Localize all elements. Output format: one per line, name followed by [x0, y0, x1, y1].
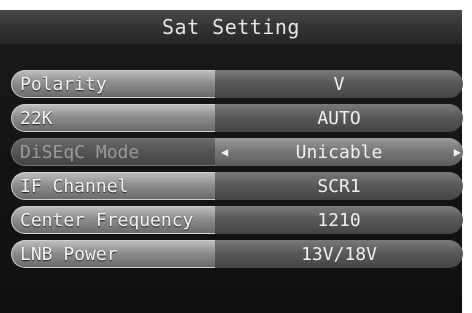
- title-bar: Sat Setting: [0, 10, 462, 44]
- menu-item-label: 22K: [11, 104, 215, 132]
- menu-item-label: IF Channel: [11, 172, 215, 200]
- page-title: Sat Setting: [162, 15, 300, 39]
- center-frequency-value[interactable]: 1210: [215, 206, 463, 234]
- lnb-power-value[interactable]: 13V/18V: [215, 240, 463, 268]
- triangle-right-icon[interactable]: ▶: [454, 145, 461, 159]
- menu-item-polarity[interactable]: Polarity V: [11, 70, 463, 98]
- menu-item-diseqc-mode[interactable]: DiSEqC Mode ◀ Unicable ▶: [11, 138, 463, 166]
- 22k-value[interactable]: AUTO: [215, 104, 463, 132]
- menu-item-center-frequency[interactable]: Center Frequency 1210: [11, 206, 463, 234]
- polarity-value[interactable]: V: [215, 70, 463, 98]
- screen-bezel-right: [462, 0, 472, 313]
- menu-item-label: DiSEqC Mode: [11, 138, 215, 166]
- menu-item-lnb-power[interactable]: LNB Power 13V/18V: [11, 240, 463, 268]
- diseqc-mode-value: Unicable: [295, 141, 383, 163]
- menu-item-label: Polarity: [11, 70, 215, 98]
- settings-menu: Polarity V 22K AUTO DiSEqC Mode ◀ Unicab…: [11, 70, 463, 274]
- triangle-left-icon[interactable]: ◀: [221, 145, 228, 159]
- if-channel-value[interactable]: SCR1: [215, 172, 463, 200]
- menu-item-label: Center Frequency: [11, 206, 215, 234]
- screen-bezel-top: [0, 0, 472, 10]
- sat-setting-screen: Sat Setting Polarity V 22K AUTO DiSEqC M…: [0, 0, 472, 313]
- menu-item-22k[interactable]: 22K AUTO: [11, 104, 463, 132]
- diseqc-mode-selector[interactable]: ◀ Unicable ▶: [215, 138, 463, 166]
- menu-item-label: LNB Power: [11, 240, 215, 268]
- menu-item-if-channel[interactable]: IF Channel SCR1: [11, 172, 463, 200]
